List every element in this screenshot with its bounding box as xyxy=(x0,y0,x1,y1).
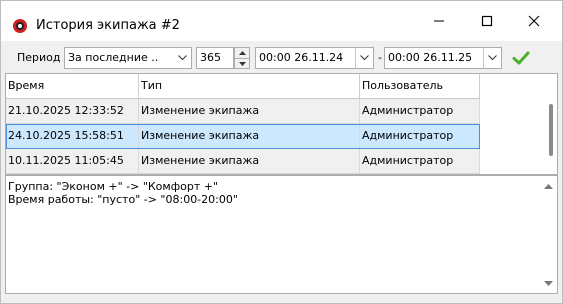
chevron-down-icon[interactable] xyxy=(355,48,373,68)
period-label: Период xyxy=(17,51,61,64)
table-scrollbar-thumb[interactable] xyxy=(549,104,553,156)
chevron-down-icon[interactable] xyxy=(483,48,501,68)
days-stepper[interactable] xyxy=(234,47,250,69)
table-row[interactable]: 21.10.2025 12:33:52 Изменение экипажа Ад… xyxy=(6,99,480,124)
apply-button[interactable] xyxy=(510,49,532,67)
minimize-icon xyxy=(434,20,444,22)
maximize-icon xyxy=(481,15,493,27)
cell-type: Изменение экипажа xyxy=(139,149,360,173)
scroll-down-icon[interactable] xyxy=(543,279,553,287)
maximize-button[interactable] xyxy=(464,1,510,41)
table-row[interactable]: 10.11.2025 11:05:45 Изменение экипажа Ад… xyxy=(6,149,480,174)
date-from-value: 00:00 26.11.24 xyxy=(259,51,344,64)
date-range-separator: - xyxy=(378,51,382,64)
cell-time: 24.10.2025 15:58:51 xyxy=(6,124,139,148)
cell-time: 10.11.2025 11:05:45 xyxy=(6,149,139,173)
cell-user: Администратор xyxy=(360,99,480,123)
date-to-picker[interactable]: 00:00 26.11.25 xyxy=(384,47,502,69)
date-to-value: 00:00 26.11.25 xyxy=(388,51,473,64)
stepper-down-icon[interactable] xyxy=(235,58,249,68)
close-icon xyxy=(528,15,540,27)
crew-history-window: История экипажа #2 Период За последние .… xyxy=(0,0,563,304)
cell-user: Администратор xyxy=(360,149,480,173)
column-header-type[interactable]: Тип xyxy=(139,74,360,98)
app-record-icon xyxy=(13,19,27,33)
minimize-button[interactable] xyxy=(416,1,462,41)
detail-line-group: Группа: "Эконом +" -> "Комфорт +" xyxy=(8,180,219,193)
history-table: Время Тип Пользователь 21.10.2025 12:33:… xyxy=(5,73,558,175)
cell-type: Изменение экипажа xyxy=(139,99,360,123)
close-button[interactable] xyxy=(511,1,557,41)
cell-time: 21.10.2025 12:33:52 xyxy=(6,99,139,123)
checkmark-icon xyxy=(512,51,530,65)
stepper-up-icon[interactable] xyxy=(235,48,249,58)
filter-toolbar: Период За последние .. 365 00:00 26.11.2… xyxy=(1,41,562,73)
window-title: История экипажа #2 xyxy=(36,18,180,33)
period-select-value: За последние .. xyxy=(68,51,159,64)
chevron-down-icon[interactable] xyxy=(173,48,191,68)
period-select[interactable]: За последние .. xyxy=(64,47,192,69)
table-row-selected[interactable]: 24.10.2025 15:58:51 Изменение экипажа Ад… xyxy=(6,124,480,149)
date-from-picker[interactable]: 00:00 26.11.24 xyxy=(255,47,374,69)
column-header-user[interactable]: Пользователь xyxy=(360,74,480,98)
days-input[interactable]: 365 xyxy=(196,47,234,69)
change-details-panel[interactable]: Группа: "Эконом +" -> "Комфорт +" Время … xyxy=(5,175,558,294)
cell-type: Изменение экипажа xyxy=(139,124,360,148)
cell-user: Администратор xyxy=(360,124,480,148)
column-header-time[interactable]: Время xyxy=(6,74,139,98)
scroll-up-icon[interactable] xyxy=(543,182,553,190)
detail-line-work-time: Время работы: "пусто" -> "08:00-20:00" xyxy=(8,193,238,206)
table-header: Время Тип Пользователь xyxy=(6,74,480,99)
title-bar: История экипажа #2 xyxy=(1,1,562,41)
